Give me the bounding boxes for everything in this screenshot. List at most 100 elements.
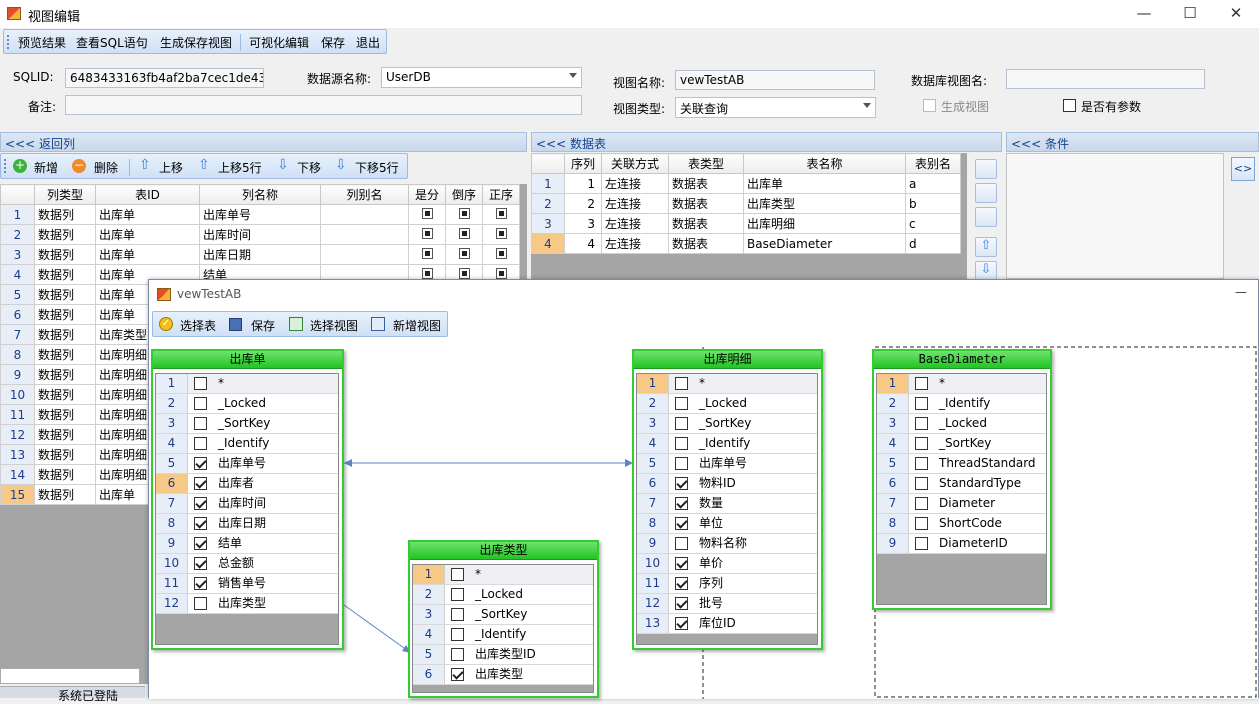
row-number[interactable]: 4 <box>531 233 565 254</box>
grid-cell[interactable]: 左连接 <box>601 233 669 254</box>
field-number[interactable]: 4 <box>413 625 445 644</box>
grid-cell[interactable]: c <box>905 213 961 234</box>
column-header[interactable]: 表名称 <box>743 153 906 174</box>
field-checkbox[interactable] <box>915 437 928 450</box>
field-checkbox[interactable] <box>194 597 207 610</box>
field-row[interactable]: 1 * <box>413 565 593 585</box>
entity-box[interactable]: 出库类型 1 * 2 _Locked 3 _SortKey 4 _Identify 5 出库类型I… <box>408 540 599 698</box>
column-header[interactable]: 正序 <box>482 184 520 205</box>
table-row[interactable]: 3 数据列 出库单 出库日期 <box>0 244 520 265</box>
field-checkbox[interactable] <box>194 477 207 490</box>
grid-checkbox-cell[interactable] <box>408 224 446 245</box>
checkbox[interactable] <box>495 207 507 219</box>
grid-cell[interactable]: 左连接 <box>601 193 669 214</box>
field-number[interactable]: 13 <box>637 614 669 633</box>
field-row[interactable]: 7 Diameter <box>877 494 1046 514</box>
conditions-header[interactable]: <<< 条件 <box>1006 132 1259 152</box>
field-row[interactable]: 4 _SortKey <box>877 434 1046 454</box>
field-checkbox[interactable] <box>675 397 688 410</box>
field-row[interactable]: 5 出库单号 <box>637 454 817 474</box>
select-view-button[interactable]: 选择视图 <box>310 317 358 334</box>
field-number[interactable]: 9 <box>877 534 909 553</box>
row-number[interactable]: 2 <box>0 224 35 245</box>
row-number[interactable]: 9 <box>0 364 35 385</box>
add-button[interactable]: 新增 <box>34 159 58 176</box>
field-number[interactable]: 2 <box>413 585 445 604</box>
field-row[interactable]: 7 出库时间 <box>156 494 338 514</box>
field-number[interactable]: 3 <box>413 605 445 624</box>
maximize-button[interactable]: ☐ <box>1167 0 1213 28</box>
field-row[interactable]: 9 物料名称 <box>637 534 817 554</box>
row-number[interactable]: 4 <box>0 264 35 285</box>
grid-checkbox-cell[interactable] <box>445 244 483 265</box>
field-checkbox[interactable] <box>194 377 207 390</box>
field-number[interactable]: 6 <box>413 665 445 684</box>
grid-checkbox-cell[interactable] <box>445 204 483 225</box>
field-checkbox[interactable] <box>194 517 207 530</box>
field-checkbox[interactable] <box>451 668 464 681</box>
db-view-name-input[interactable] <box>1006 69 1205 89</box>
field-row[interactable]: 6 出库者 <box>156 474 338 494</box>
field-row[interactable]: 11 序列 <box>637 574 817 594</box>
field-number[interactable]: 2 <box>637 394 669 413</box>
field-checkbox[interactable] <box>915 397 928 410</box>
field-number[interactable]: 5 <box>156 454 188 473</box>
field-checkbox[interactable] <box>194 537 207 550</box>
delete-button[interactable]: 删除 <box>94 159 118 176</box>
grid-checkbox-cell[interactable] <box>482 204 520 225</box>
entity-box[interactable]: BaseDiameter 1 * 2 _Identify 3 _Locked 4 _SortK… <box>872 349 1052 610</box>
field-number[interactable]: 11 <box>637 574 669 593</box>
entity-title[interactable]: BaseDiameter <box>874 351 1050 369</box>
field-number[interactable]: 8 <box>637 514 669 533</box>
field-row[interactable]: 8 出库日期 <box>156 514 338 534</box>
checkbox[interactable] <box>421 227 433 239</box>
checkbox[interactable] <box>458 247 470 259</box>
checkbox[interactable] <box>458 227 470 239</box>
view-name-input[interactable]: vewTestAB <box>675 70 875 90</box>
add-table-icon[interactable] <box>975 159 997 179</box>
grid-checkbox-cell[interactable] <box>482 244 520 265</box>
checkbox[interactable] <box>495 247 507 259</box>
grid-checkbox-cell[interactable] <box>445 224 483 245</box>
field-checkbox[interactable] <box>675 497 688 510</box>
grid-checkbox-cell[interactable] <box>408 244 446 265</box>
column-header[interactable]: 表ID <box>95 184 200 205</box>
checkbox[interactable] <box>421 207 433 219</box>
column-header[interactable]: 是分 <box>408 184 446 205</box>
row-number[interactable]: 1 <box>531 173 565 194</box>
grid-cell[interactable]: BaseDiameter <box>743 233 906 254</box>
grid-checkbox-cell[interactable] <box>408 204 446 225</box>
new-view-button[interactable]: 新增视图 <box>393 317 441 334</box>
field-checkbox[interactable] <box>451 628 464 641</box>
field-number[interactable]: 12 <box>637 594 669 613</box>
grid-cell[interactable]: 数据列 <box>34 324 96 345</box>
grid-cell[interactable]: d <box>905 233 961 254</box>
bottom-tab[interactable]: 系统已登陆 <box>58 687 118 704</box>
select-table-button[interactable]: 选择表 <box>180 317 216 334</box>
grid-cell[interactable]: b <box>905 193 961 214</box>
field-row[interactable]: 6 StandardType <box>877 474 1046 494</box>
row-number[interactable]: 14 <box>0 464 35 485</box>
visual-edit-button[interactable]: 可视化编辑 <box>249 34 309 51</box>
entity-title[interactable]: 出库类型 <box>410 542 597 560</box>
field-row[interactable]: 12 出库类型 <box>156 594 338 614</box>
row-number[interactable]: 3 <box>531 213 565 234</box>
grid-cell[interactable]: 数据列 <box>34 464 96 485</box>
checkbox[interactable] <box>495 227 507 239</box>
designer-minimize-button[interactable]: — <box>1235 285 1247 299</box>
datasource-select[interactable]: UserDB <box>381 67 582 88</box>
grid-cell[interactable]: 数据列 <box>34 484 96 505</box>
grid-cell[interactable]: 数据列 <box>34 344 96 365</box>
table-row[interactable]: 2 2 左连接 数据表 出库类型 b <box>531 193 961 214</box>
field-row[interactable]: 1 * <box>637 374 817 394</box>
field-checkbox[interactable] <box>451 568 464 581</box>
entity-box[interactable]: 出库明细 1 * 2 _Locked 3 _SortKey 4 _Identify 5 出库单号 6… <box>632 349 823 650</box>
field-row[interactable]: 1 * <box>156 374 338 394</box>
row-number[interactable]: 1 <box>0 204 35 225</box>
field-row[interactable]: 9 DiameterID <box>877 534 1046 554</box>
grid-cell[interactable] <box>320 244 409 265</box>
field-number[interactable]: 5 <box>877 454 909 473</box>
table-row[interactable]: 1 1 左连接 数据表 出库单 a <box>531 173 961 194</box>
field-number[interactable]: 4 <box>637 434 669 453</box>
data-tables-header[interactable]: <<< 数据表 <box>531 132 1002 152</box>
